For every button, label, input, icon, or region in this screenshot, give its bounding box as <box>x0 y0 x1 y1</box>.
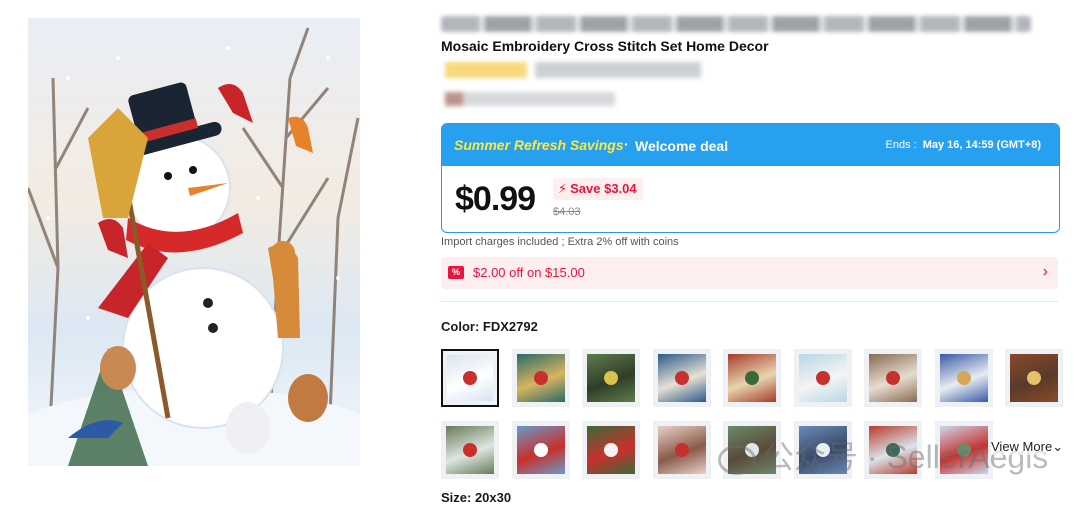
snowman-painting <box>28 27 360 466</box>
wechat-logo-icon <box>718 444 756 475</box>
color-thumbnail-red-lantern[interactable] <box>653 349 711 407</box>
view-more-button[interactable]: View More⌄ <box>991 439 1064 455</box>
color-thumbnail-cardinal-wreath[interactable] <box>864 349 922 407</box>
save-amount: Save $3.04 <box>570 181 637 196</box>
color-thumbnail-santa-porch[interactable] <box>653 421 711 479</box>
deal-header: Summer Refresh Savings · Welcome deal En… <box>442 124 1059 166</box>
thumbnail-accent <box>815 370 831 386</box>
thumbnail-image <box>728 354 776 402</box>
coupon-banner[interactable]: % $2.00 off on $15.00 › <box>441 257 1058 289</box>
thumbnail-image <box>446 426 494 474</box>
coupon-icon: % <box>448 266 464 279</box>
thumbnail-accent <box>533 370 549 386</box>
deal-end-time: Ends : May 16, 14:59 (GMT+8) <box>886 139 1042 151</box>
color-thumbnail-bluebirds[interactable] <box>935 349 993 407</box>
save-badge: ⚡ Save $3.04 <box>553 178 643 200</box>
thumbnail-image <box>1010 354 1058 402</box>
blurred-reviews <box>535 62 701 78</box>
thumbnail-image <box>447 355 493 401</box>
color-thumbnail-snowman-cardinal[interactable] <box>441 349 499 407</box>
chevron-right-icon[interactable]: › <box>1043 263 1048 281</box>
deal-separator: · <box>624 136 629 152</box>
thumbnail-image <box>587 426 635 474</box>
star-rating-icon <box>445 62 527 78</box>
thumbnail-accent <box>674 442 690 458</box>
thumbnail-accent <box>1026 370 1042 386</box>
lightning-icon: ⚡ <box>558 181 568 196</box>
thumbnail-accent <box>744 370 760 386</box>
main-product-image[interactable] <box>28 18 360 466</box>
ends-value: May 16, 14:59 (GMT+8) <box>922 139 1041 151</box>
color-thumbnail-stained-window[interactable] <box>512 349 570 407</box>
chevron-down-icon: ⌄ <box>1052 439 1064 454</box>
blurred-title-text <box>441 16 1031 32</box>
thumbnail-accent <box>885 370 901 386</box>
product-title: Mosaic Embroidery Cross Stitch Set Home … <box>441 38 769 54</box>
color-thumbnail-winter-house[interactable] <box>794 349 852 407</box>
blurred-rating <box>445 62 701 78</box>
deal-box: Summer Refresh Savings · Welcome deal En… <box>441 123 1060 233</box>
thumbnail-accent <box>956 370 972 386</box>
coupon-text: $2.00 off on $15.00 <box>473 265 585 280</box>
color-thumbnail-snowman-wreath[interactable] <box>582 421 640 479</box>
color-thumbnail-window-candles[interactable] <box>1005 349 1063 407</box>
color-thumbnail-cardinal-cabin[interactable] <box>441 421 499 479</box>
color-label: Color: FDX2792 <box>441 319 538 334</box>
divider <box>441 301 1058 302</box>
thumbnail-accent <box>463 371 477 385</box>
thumbnail-accent <box>603 442 619 458</box>
color-thumbnail-snowman-blue[interactable] <box>512 421 570 479</box>
thumbnail-accent <box>533 442 549 458</box>
current-price: $0.99 <box>455 180 536 218</box>
color-thumbnail-birds-branch[interactable] <box>582 349 640 407</box>
color-thumbnail-window-gifts[interactable] <box>723 349 781 407</box>
thumbnail-image <box>940 354 988 402</box>
thumbnail-image <box>517 354 565 402</box>
view-more-label: View More <box>991 439 1053 454</box>
original-price: $4.03 <box>553 206 581 218</box>
thumbnail-image <box>587 354 635 402</box>
deal-name: Summer Refresh Savings <box>454 137 624 153</box>
thumbnail-image <box>658 354 706 402</box>
ends-label: Ends : <box>885 139 917 151</box>
thumbnail-accent <box>462 442 478 458</box>
thumbnail-image <box>517 426 565 474</box>
thumbnail-image <box>799 354 847 402</box>
thumbnail-accent <box>603 370 619 386</box>
import-note: Import charges included ; Extra 2% off w… <box>441 236 679 248</box>
welcome-deal-label: Welcome deal <box>635 138 729 154</box>
thumbnail-image <box>658 426 706 474</box>
blurred-store-info <box>445 92 615 106</box>
thumbnail-accent <box>674 370 690 386</box>
thumbnail-image <box>869 354 917 402</box>
